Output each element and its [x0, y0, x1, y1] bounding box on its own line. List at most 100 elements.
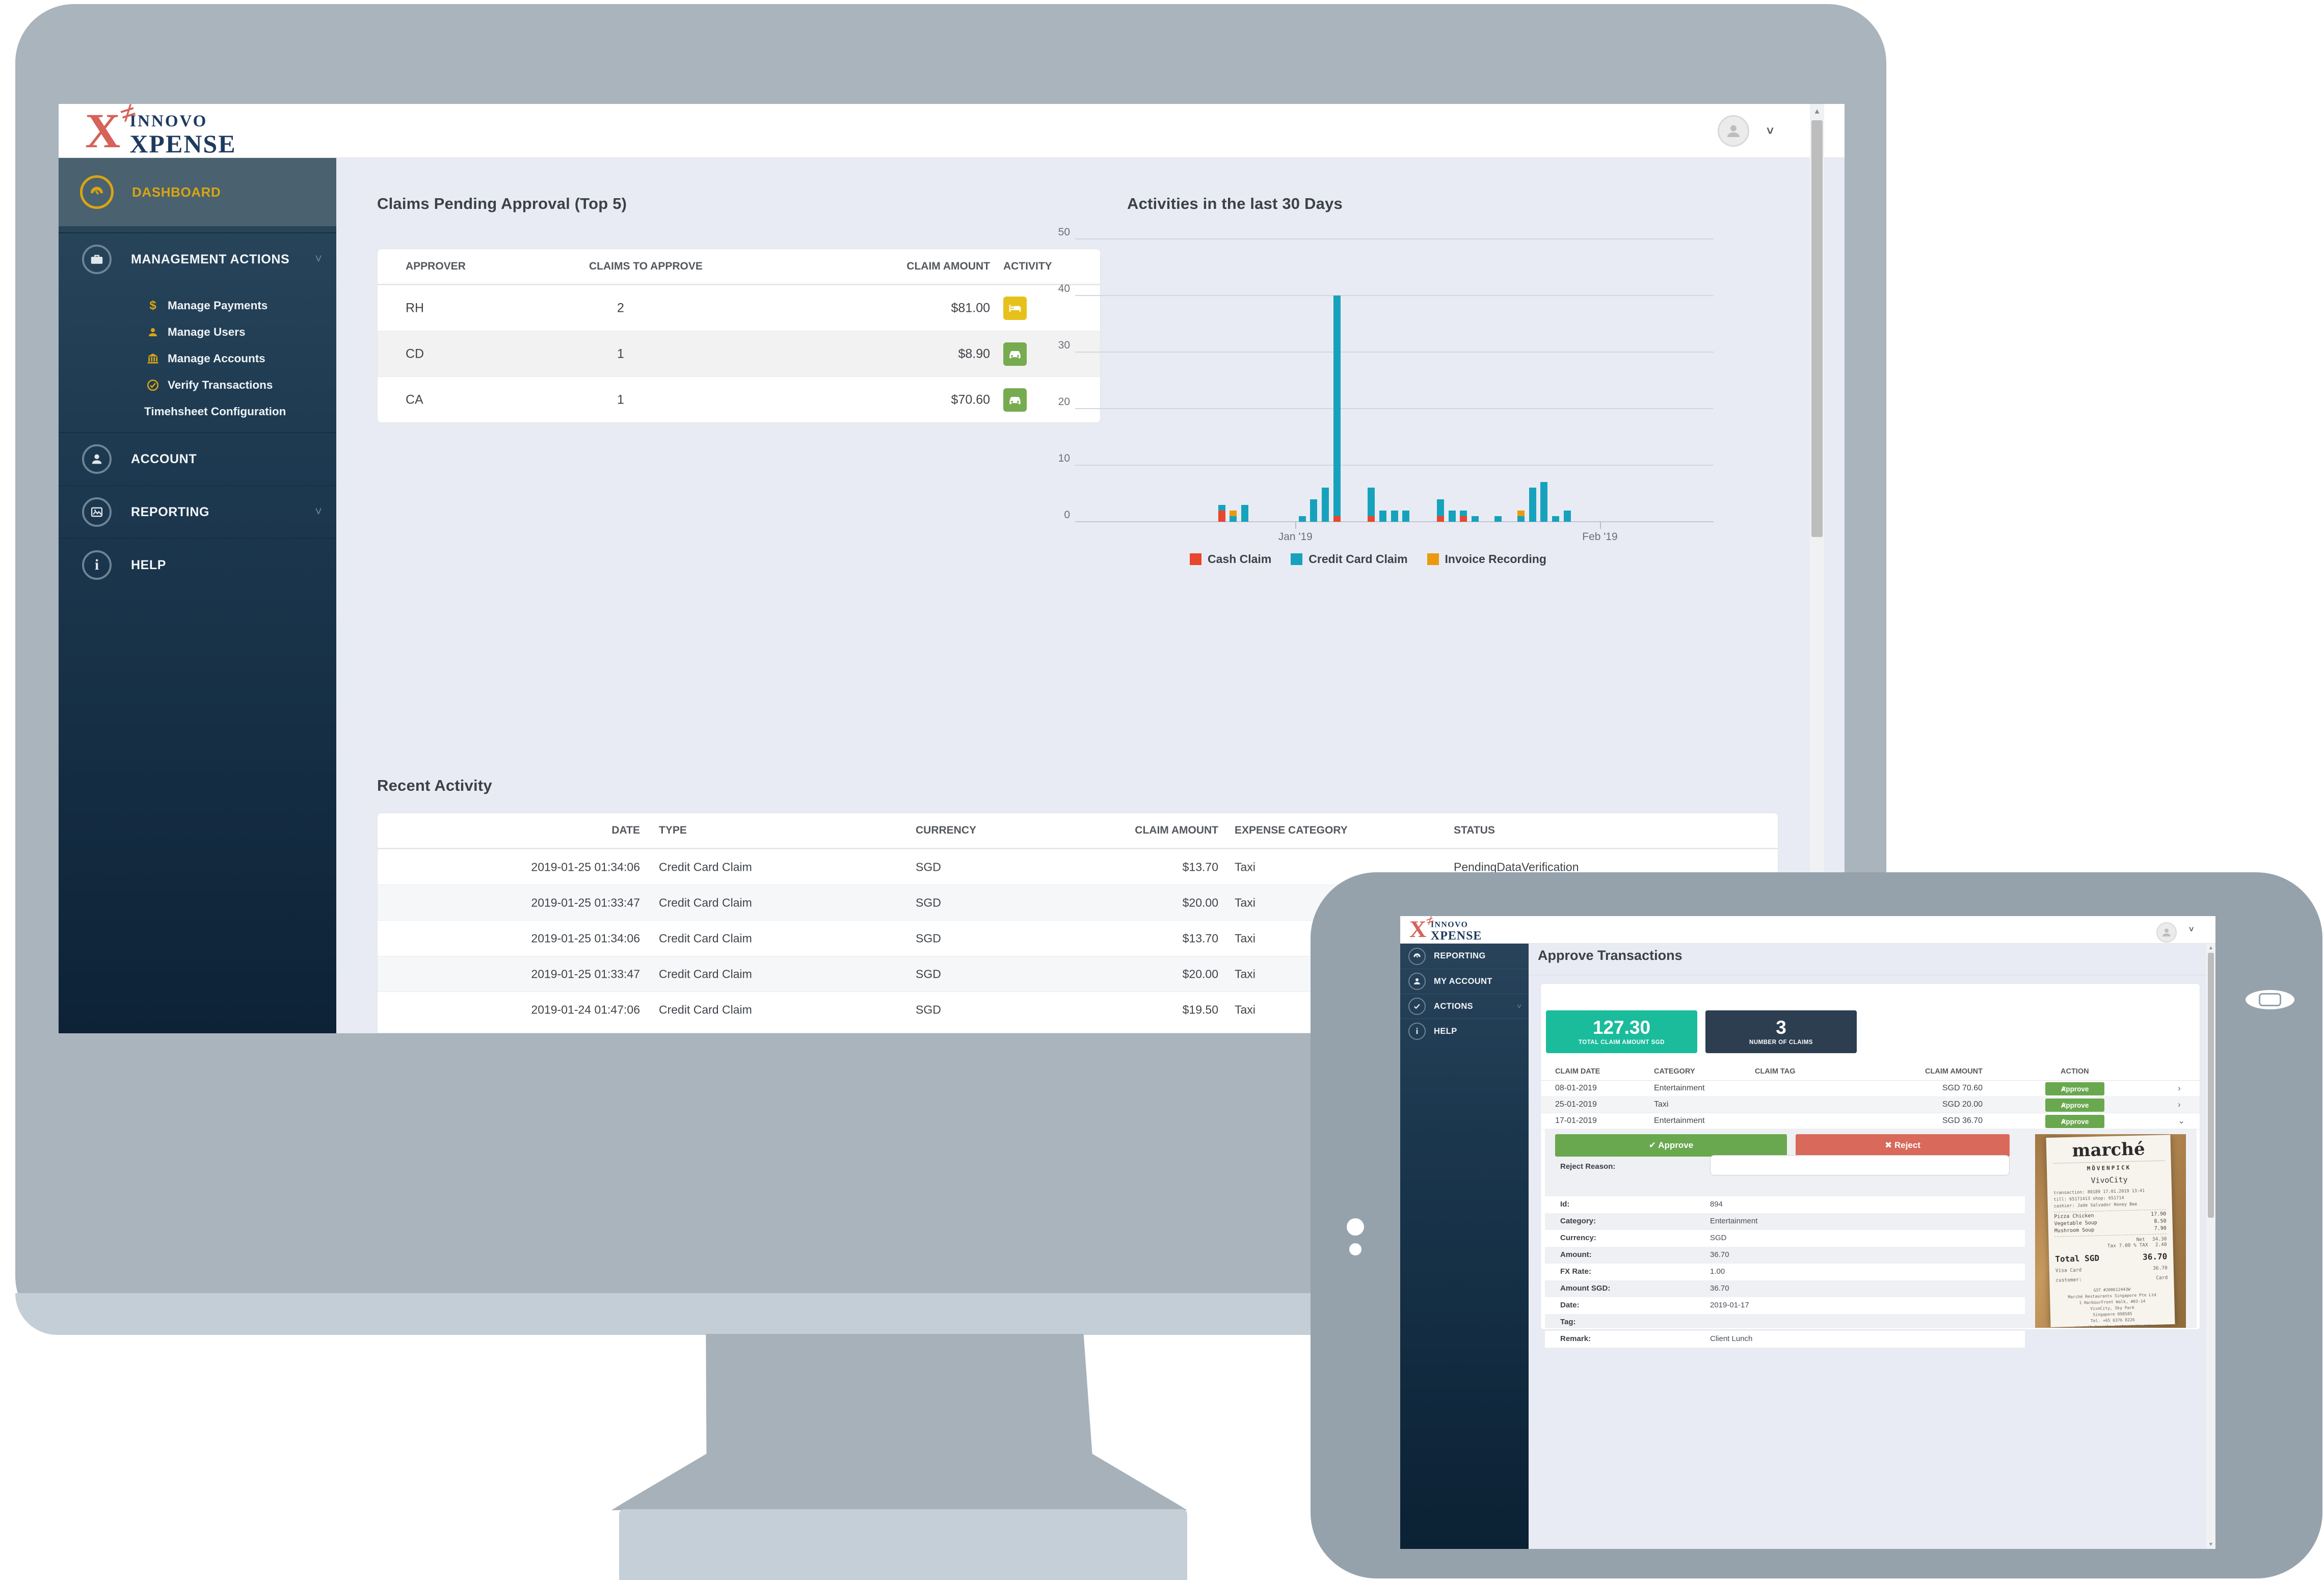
claim-row[interactable]: 08-01-2019EntertainmentSGD 70.60✔ Approv… — [1541, 1081, 2200, 1097]
chevron-down-icon[interactable]: ˅ — [1517, 1002, 1521, 1011]
reject-reason-input[interactable] — [1710, 1155, 2010, 1175]
bar-segment — [1529, 488, 1536, 522]
approve-button[interactable]: ✔ Approve — [2045, 1099, 2104, 1112]
y-tick-label: 30 — [1029, 339, 1070, 352]
claims-approver: RH — [406, 301, 424, 315]
bar-segment — [1540, 482, 1547, 522]
column-header: DATE — [507, 824, 640, 837]
chevron-down-icon[interactable]: ˅ — [315, 252, 322, 266]
row-expand-chevron-icon[interactable]: › — [2178, 1083, 2181, 1093]
check-icon: ✔ — [1649, 1140, 1656, 1150]
chevron-down-icon[interactable]: ˅ — [315, 505, 322, 519]
approve-button[interactable]: ✔ Approve — [2045, 1082, 2104, 1095]
sidebar-item-actions[interactable]: ACTIONS ˅ — [1400, 994, 1529, 1019]
column-header: TYPE — [659, 824, 687, 837]
claims-count: 2 — [617, 301, 624, 315]
check-icon — [1408, 998, 1426, 1015]
chart-bar — [1449, 511, 1456, 522]
user-avatar[interactable] — [2156, 922, 2177, 943]
person-icon — [1724, 122, 1743, 140]
scroll-up-icon[interactable]: ▲ — [1810, 107, 1824, 116]
claim-row[interactable]: 25-01-2019TaxiSGD 20.00✔ Approve› — [1541, 1097, 2200, 1113]
approve-button[interactable]: ✔ Approve — [2045, 1115, 2104, 1128]
reject-reason-label: Reject Reason: — [1560, 1162, 1615, 1171]
sidebar-item-manage-accounts[interactable]: Manage Accounts — [59, 345, 336, 372]
recent-activity-title: Recent Activity — [377, 776, 492, 795]
sidebar-item-management-actions[interactable]: MANAGEMENT ACTIONS ˅ — [59, 232, 336, 285]
chart-bar — [1368, 488, 1375, 522]
column-header: CURRENCY — [916, 824, 976, 837]
bar-segment — [1322, 488, 1329, 522]
number-of-claims-label: NUMBER OF CLAIMS — [1749, 1039, 1813, 1046]
recent-type: Credit Card Claim — [659, 860, 752, 874]
sidebar-item-timesheet-configuration[interactable]: Timehsheet Configuration — [59, 398, 336, 425]
bar-segment — [1241, 505, 1248, 522]
sidebar-item-label: MANAGEMENT ACTIONS — [131, 252, 289, 267]
sidebar-item-dashboard[interactable]: DASHBOARD — [59, 158, 336, 226]
scroll-up-icon[interactable]: ▲ — [2206, 945, 2215, 951]
chart-title: Activities in the last 30 Days — [1127, 195, 1343, 213]
recent-category: Taxi — [1235, 860, 1256, 874]
user-avatar[interactable] — [1718, 115, 1749, 147]
desktop-top-bar: X≠ INNOVO XPENSE ˅ — [59, 104, 1845, 158]
activity-badge — [1003, 297, 1027, 320]
reject-button[interactable]: ✖ Reject — [1796, 1134, 2010, 1157]
row-expand-chevron-icon[interactable]: › — [2178, 1100, 2181, 1110]
claims-pending-table: APPROVER CLAIMS TO APPROVE CLAIM AMOUNT … — [377, 249, 1101, 423]
scroll-down-icon[interactable]: ▼ — [2206, 1542, 2215, 1547]
receipt-item: Mushroom Soup7.90 — [2054, 1226, 2167, 1234]
recent-date: 2019-01-25 01:34:06 — [507, 931, 640, 945]
sidebar-item-account[interactable]: ACCOUNT — [59, 432, 336, 485]
claim-row[interactable]: 17-01-2019EntertainmentSGD 36.70✔ Approv… — [1541, 1113, 2200, 1130]
claim-amount: SGD 36.70 — [1898, 1116, 1983, 1126]
claim-amount: SGD 70.60 — [1898, 1084, 1983, 1093]
receipt-payment-line: customer:Card — [2055, 1275, 2168, 1283]
bar-segment — [1517, 511, 1525, 516]
sidebar-item-manage-payments[interactable]: $ Manage Payments — [59, 292, 336, 319]
account-menu-chevron-icon[interactable]: ˅ — [1767, 124, 1774, 139]
page-title: Approve Transactions — [1538, 948, 1682, 963]
recent-currency: SGD — [916, 1003, 941, 1016]
detail-row: Amount:36.70 — [1545, 1247, 2025, 1264]
approve-button[interactable]: ✔ Approve — [1555, 1134, 1787, 1157]
column-header: CLAIM AMOUNT — [1106, 824, 1218, 837]
sidebar-item-my-account[interactable]: MY ACCOUNT — [1400, 969, 1529, 994]
bar-segment — [1437, 516, 1444, 522]
monitor-stand-neck — [611, 1334, 1187, 1510]
total-claim-amount-label: TOTAL CLAIM AMOUNT SGD — [1579, 1039, 1665, 1046]
column-header: STATUS — [1454, 824, 1495, 837]
sidebar-item-reporting[interactable]: REPORTING ˅ — [59, 485, 336, 538]
bar-segment — [1564, 511, 1571, 522]
desktop-sidebar: DASHBOARD MANAGEMENT ACTIONS ˅ $ Manage … — [59, 158, 336, 1033]
x-logo-mark: X≠ — [1409, 919, 1426, 939]
recent-amount: $20.00 — [1106, 896, 1218, 909]
home-button[interactable] — [2246, 990, 2294, 1009]
row-expand-chevron-icon[interactable]: ⌄ — [2178, 1116, 2185, 1126]
sidebar-item-help[interactable]: i HELP — [1400, 1019, 1529, 1043]
sidebar-item-reporting[interactable]: REPORTING — [1400, 944, 1529, 969]
sidebar-item-verify-transactions[interactable]: Verify Transactions — [59, 372, 336, 398]
sidebar-item-help[interactable]: i HELP — [59, 538, 336, 591]
tablet-scrollbar[interactable]: ▲ ▼ — [2206, 944, 2215, 1549]
scrollbar-thumb[interactable] — [1811, 120, 1823, 537]
car-icon — [1007, 392, 1023, 408]
recent-category: Taxi — [1235, 896, 1256, 909]
claim-category: Entertainment — [1654, 1116, 1705, 1126]
gauge-icon — [80, 175, 114, 209]
chart-bar — [1333, 296, 1341, 522]
recent-category: Taxi — [1235, 967, 1256, 981]
detail-row: Category:Entertainment — [1545, 1213, 2025, 1230]
recent-category: Taxi — [1235, 1003, 1256, 1016]
check-icon: ✔ — [2061, 1085, 2067, 1093]
scrollbar-thumb[interactable] — [2208, 953, 2214, 1218]
account-menu-chevron-icon[interactable]: ˅ — [2189, 925, 2194, 934]
detail-label: Amount SGD: — [1560, 1284, 1610, 1293]
chart-plot — [1075, 239, 1714, 522]
detail-label: Remark: — [1560, 1334, 1591, 1343]
claims-row: CA1$70.60 — [378, 377, 1100, 422]
activity-badge — [1003, 388, 1027, 412]
sidebar-item-manage-users[interactable]: Manage Users — [59, 319, 336, 345]
recent-currency: SGD — [916, 860, 941, 874]
bar-segment — [1472, 516, 1479, 522]
brand-line2: XPENSE — [129, 129, 236, 158]
